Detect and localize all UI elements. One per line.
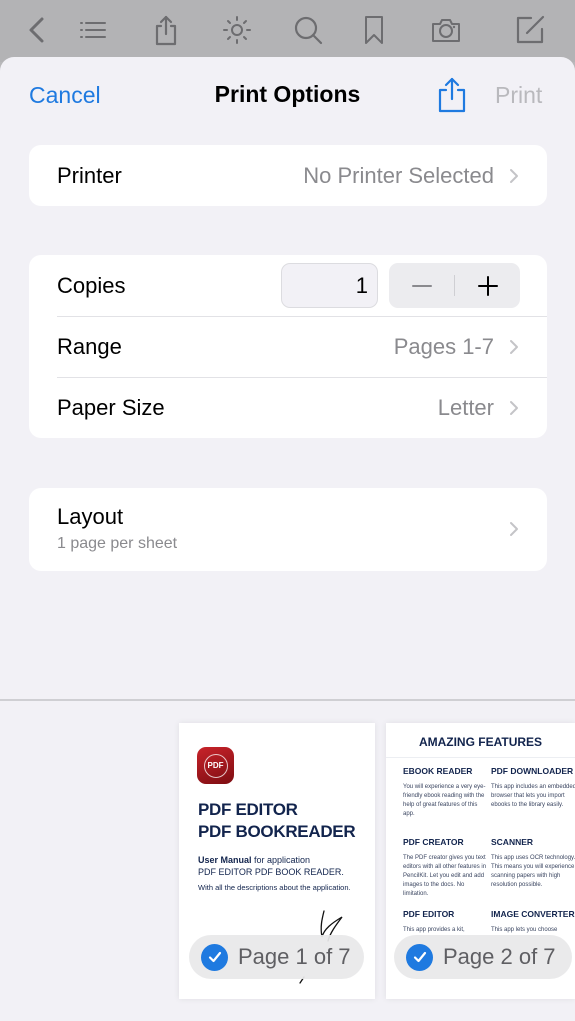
page-2-selection[interactable]: Page 2 of 7 — [394, 935, 572, 979]
preview-description: With all the descriptions about the appl… — [198, 883, 351, 892]
layout-subtitle: 1 page per sheet — [57, 535, 178, 552]
layout-group: Layout 1 page per sheet — [29, 488, 547, 571]
search-icon[interactable] — [290, 12, 326, 48]
print-button[interactable]: Print — [495, 82, 542, 109]
page-label: Page 1 of 7 — [238, 944, 351, 969]
layout-label: Layout — [57, 504, 124, 529]
feature-block: SCANNER This app uses OCR technology. Th… — [491, 837, 575, 888]
increment-button[interactable] — [455, 263, 520, 308]
copies-label: Copies — [57, 272, 126, 298]
print-settings-group: Copies 1 Range Pages 1-7 Paper Size Lett… — [29, 255, 547, 438]
page-label: Page 2 of 7 — [443, 944, 556, 969]
back-chevron-icon[interactable] — [20, 12, 56, 48]
share-icon — [438, 77, 466, 113]
preview-title: PDF EDITOR PDF BOOKREADER — [198, 800, 356, 841]
range-row[interactable]: Range Pages 1-7 — [29, 316, 547, 377]
nav-bar: Cancel Print Options Print — [0, 57, 575, 135]
layout-row[interactable]: Layout 1 page per sheet — [29, 488, 547, 571]
decrement-button[interactable] — [389, 263, 454, 308]
printer-value: No Printer Selected — [303, 162, 494, 188]
copies-row: Copies 1 — [29, 255, 547, 316]
paper-size-row[interactable]: Paper Size Letter — [29, 377, 547, 438]
feature-block: IMAGE CONVERTER This app lets you choose — [491, 909, 575, 933]
chevron-right-icon — [510, 339, 518, 354]
camera-icon[interactable] — [428, 12, 464, 48]
feature-block: EBOOK READER You will experience a very … — [403, 766, 486, 817]
brightness-icon[interactable] — [219, 12, 255, 48]
compose-icon[interactable] — [512, 12, 548, 48]
printer-label: Printer — [57, 162, 122, 188]
paper-size-value: Letter — [437, 394, 494, 420]
checkmark-icon — [406, 943, 433, 971]
page-1-selection[interactable]: Page 1 of 7 — [189, 935, 364, 979]
share-icon[interactable] — [148, 12, 184, 48]
copies-stepper — [389, 263, 520, 308]
feature-block: PDF EDITOR This app provides a kit, — [403, 909, 465, 933]
preview-rule — [386, 757, 575, 758]
feature-block: PDF DOWNLOADER This app includes an embe… — [491, 766, 575, 808]
range-value: Pages 1-7 — [393, 333, 494, 359]
feature-block: PDF CREATOR The PDF creator gives you te… — [403, 837, 487, 897]
printer-group: Printer No Printer Selected — [29, 145, 547, 206]
paper-size-label: Paper Size — [57, 394, 165, 420]
pdf-app-icon: PDF — [197, 747, 234, 784]
preview-heading: AMAZING FEATURES — [418, 735, 543, 749]
share-button[interactable] — [436, 77, 468, 113]
range-label: Range — [57, 333, 122, 359]
print-options-sheet: Cancel Print Options Print Printer No Pr… — [0, 57, 575, 1021]
printer-row[interactable]: Printer No Printer Selected — [29, 145, 547, 206]
copies-input[interactable]: 1 — [281, 263, 378, 308]
chevron-right-icon — [510, 522, 518, 536]
preview-manual-text: User Manual for application PDF EDITOR P… — [198, 855, 344, 877]
plus-icon — [477, 275, 498, 296]
preview-divider — [0, 699, 575, 701]
chevron-right-icon — [510, 168, 518, 183]
checkmark-icon — [201, 943, 228, 971]
chevron-right-icon — [510, 400, 518, 415]
list-icon[interactable] — [75, 12, 111, 48]
bookmark-icon[interactable] — [356, 12, 392, 48]
cancel-button[interactable]: Cancel — [29, 82, 101, 109]
app-toolbar — [0, 0, 575, 62]
minus-icon — [411, 284, 432, 287]
